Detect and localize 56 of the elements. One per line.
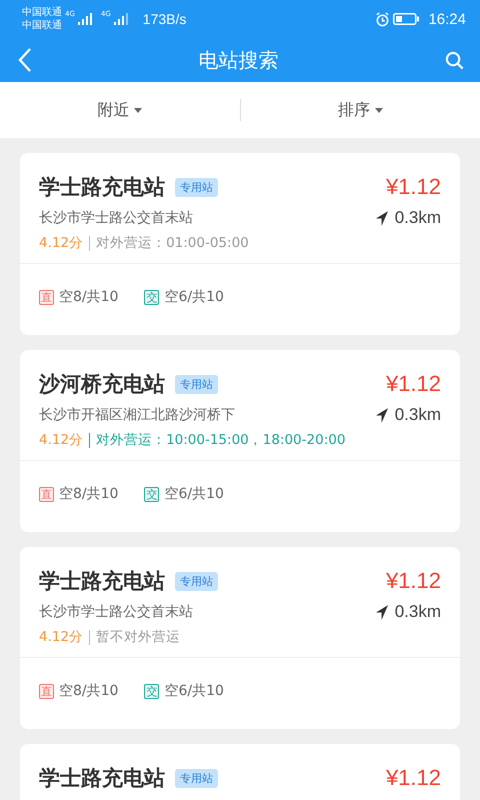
charger-availability: 空6/共10 [164, 288, 224, 306]
charger-type-badge: 直 [39, 486, 54, 502]
station-name: 学士路充电站 [39, 174, 165, 201]
rating-score: 4.12分 [39, 234, 84, 252]
caret-icon [374, 108, 383, 112]
rating-score: 4.12分 [39, 431, 84, 449]
carrier-name: 中国联通 [22, 6, 62, 19]
price: ¥1.12 [386, 568, 441, 594]
station-tag: 专用站 [175, 374, 218, 394]
station-tag: 专用站 [175, 768, 218, 788]
station-name: 学士路充电站 [39, 568, 165, 595]
clock-time: 16:24 [428, 10, 466, 28]
station-card[interactable]: 学士路充电站 专用站 ¥1.12 长沙市学士路公交首末站 0.3km 4.12分 暂不对外营运 直 空8/共10 交 空6/共10 [20, 547, 460, 729]
charger-availability: 空6/共10 [164, 682, 224, 700]
price: ¥1.12 [386, 765, 441, 791]
charger-type-badge: 交 [144, 486, 160, 502]
rating-score: 4.12分 [39, 628, 84, 646]
station-address: 长沙市学士路公交首末站 [39, 209, 193, 227]
charger-availability: 空8/共10 [59, 682, 118, 700]
filter-dropdown[interactable]: 附近 [93, 96, 146, 124]
navigation-arrow-icon [376, 210, 389, 226]
station-name: 沙河桥充电站 [39, 371, 165, 398]
alarm-icon [375, 12, 390, 26]
station-address: 长沙市学士路公交首末站 [39, 603, 193, 621]
caret-icon [134, 108, 142, 112]
distance: 0.3km [394, 405, 441, 425]
charger-availability: 空8/共10 [59, 288, 118, 306]
battery-icon [393, 13, 420, 25]
charger-availability: 空8/共10 [59, 485, 118, 503]
station-card[interactable]: 沙河桥充电站 专用站 ¥1.12 长沙市开福区湘江北路沙河桥下 0.3km 4.12分 对外营运：10:00-15:00，18:00-20:00 直 空8/共10 交 空6/共10 [20, 350, 460, 532]
charger-type-badge: 交 [144, 684, 160, 698]
charger-type-badge: 直 [39, 290, 54, 304]
price: ¥1.12 [386, 174, 441, 200]
page-title: 电站搜索 [198, 46, 278, 74]
distance: 0.3km [394, 602, 441, 622]
station-tag: 专用站 [175, 572, 218, 590]
navigation-arrow-icon [376, 604, 389, 620]
station-name: 学士路充电站 [39, 765, 165, 792]
filter-dropdown[interactable]: 排序 [334, 96, 387, 124]
station-card[interactable]: 学士路充电站 专用站 ¥1.12 长沙市学士路公交首末站 0.3km 4.12分 对外营运：01:00-05:00 直 空8/共10 交 空6/共10 [20, 153, 460, 335]
network-speed: 173B/s [142, 11, 186, 27]
station-address: 长沙市开福区湘江北路沙河桥下 [39, 406, 235, 424]
carrier-name: 中国联通 [22, 19, 62, 32]
signal-icon [114, 13, 130, 25]
opening-hours: 对外营运：10:00-15:00，18:00-20:00 [96, 431, 346, 449]
signal-icon [78, 13, 94, 25]
price: ¥1.12 [386, 371, 441, 397]
station-card[interactable]: 学士路充电站 专用站 ¥1.12 [20, 744, 460, 800]
charger-availability: 空6/共10 [164, 485, 224, 503]
charger-type-badge: 直 [39, 684, 54, 698]
opening-hours: 暂不对外营运 [96, 628, 180, 646]
distance: 0.3km [394, 208, 441, 228]
charger-type-badge: 交 [144, 290, 160, 304]
opening-hours: 对外营运：01:00-05:00 [96, 234, 249, 252]
navigation-arrow-icon [376, 408, 389, 422]
station-tag: 专用站 [175, 178, 218, 196]
